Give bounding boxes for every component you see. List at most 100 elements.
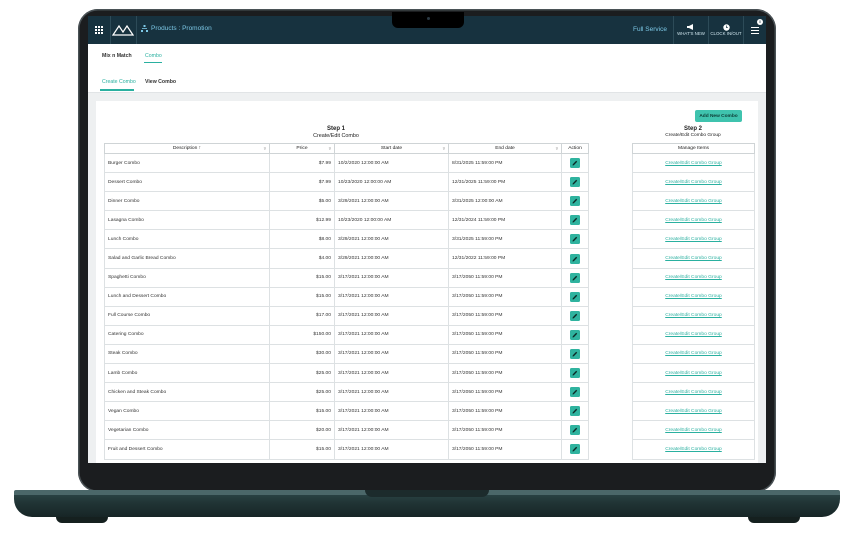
clock-in-out-button[interactable]: CLOCK IN/OUT — [709, 16, 744, 44]
edit-button[interactable] — [570, 368, 580, 379]
table-row[interactable]: Burger Combo $7.99 10/2/2020 12:00:00 AM 8/… — [104, 152, 589, 174]
manage-cell: Create/Edit Combo Group — [632, 343, 755, 365]
create-edit-combo-group-link[interactable]: Create/Edit Combo Group — [665, 390, 722, 395]
add-new-combo-button[interactable]: Add New Combo — [695, 110, 742, 122]
edit-button[interactable] — [570, 234, 580, 245]
pencil-icon — [572, 294, 578, 300]
edit-button[interactable] — [570, 444, 580, 455]
cell-action — [561, 420, 589, 441]
whats-new-button[interactable]: WHAT'S NEW — [674, 16, 709, 44]
edit-button[interactable] — [570, 406, 580, 417]
edit-button[interactable] — [570, 158, 580, 169]
pencil-icon — [572, 160, 578, 166]
filter-icon[interactable]: ▿ — [443, 146, 445, 152]
cell-price: $30.00 — [269, 343, 335, 365]
cell-price: $17.00 — [269, 305, 335, 326]
manage-cell: Create/Edit Combo Group — [632, 305, 755, 326]
filter-icon[interactable]: ▿ — [329, 146, 331, 152]
table-row[interactable]: Vegetarian Combo $20.00 3/17/2021 12:00:00… — [104, 420, 589, 441]
create-edit-combo-group-link[interactable]: Create/Edit Combo Group — [665, 161, 722, 166]
cell-action — [561, 343, 589, 365]
create-edit-combo-group-link[interactable]: Create/Edit Combo Group — [665, 447, 722, 452]
cell-end-date: 3/17/2050 11:59:00 PM — [448, 420, 562, 441]
create-edit-combo-group-link[interactable]: Create/Edit Combo Group — [665, 351, 722, 356]
cell-start-date: 3/17/2021 12:00:00 AM — [334, 267, 449, 288]
edit-button[interactable] — [570, 387, 580, 398]
brand-logo — [112, 24, 134, 36]
edit-button[interactable] — [570, 329, 580, 340]
step-2-heading: Step 2 Create/Edit Combo Group — [632, 126, 754, 139]
cell-action — [561, 229, 589, 250]
table-row[interactable]: Lamb Combo $25.00 3/17/2021 12:00:00 AM 3/1… — [104, 363, 589, 384]
filter-icon[interactable]: ▿ — [556, 146, 558, 152]
cell-start-date: 3/17/2021 12:00:00 AM — [334, 401, 449, 422]
table-row[interactable]: Catering Combo $150.00 3/17/2021 12:00:00 … — [104, 324, 589, 345]
filter-icon[interactable]: ▿ — [264, 146, 266, 152]
edit-button[interactable] — [570, 196, 580, 207]
apps-grid-button[interactable] — [88, 16, 111, 44]
create-edit-combo-group-link[interactable]: Create/Edit Combo Group — [665, 275, 722, 280]
table-row[interactable]: Vegan Combo $15.00 3/17/2021 12:00:00 AM 3/… — [104, 401, 589, 422]
menu-button[interactable]: 0 — [744, 16, 766, 44]
column-price[interactable]: Price ▿ — [269, 143, 335, 154]
table-row: Create/Edit Combo Group — [632, 305, 755, 326]
breadcrumb-text[interactable]: Products : Promotion — [151, 25, 212, 32]
nav-combo[interactable]: Combo — [145, 53, 162, 59]
create-edit-combo-group-link[interactable]: Create/Edit Combo Group — [665, 237, 722, 242]
nav-mix-n-match[interactable]: Mix n Match — [102, 53, 132, 59]
edit-button[interactable] — [570, 215, 580, 226]
column-action: Action — [561, 143, 589, 154]
table-row: Create/Edit Combo Group — [632, 229, 755, 250]
create-edit-combo-group-link[interactable]: Create/Edit Combo Group — [665, 428, 722, 433]
cell-start-date: 10/23/2020 12:00:00 AM — [334, 172, 449, 193]
create-edit-combo-group-link[interactable]: Create/Edit Combo Group — [665, 313, 722, 318]
edit-button[interactable] — [570, 348, 580, 359]
pencil-icon — [572, 275, 578, 281]
create-edit-combo-group-link[interactable]: Create/Edit Combo Group — [665, 180, 722, 185]
table-row[interactable]: Dinner Combo $5.00 3/29/2021 12:00:00 AM 3/… — [104, 191, 589, 212]
manage-cell: Create/Edit Combo Group — [632, 286, 755, 307]
table-row[interactable]: Chicken and Steak Combo $25.00 3/17/2021 1… — [104, 382, 589, 403]
create-edit-combo-group-link[interactable]: Create/Edit Combo Group — [665, 199, 722, 204]
cell-action — [561, 324, 589, 345]
edit-button[interactable] — [570, 425, 580, 436]
edit-button[interactable] — [570, 291, 580, 302]
table-row[interactable]: Lunch Combo $8.00 3/29/2021 12:00:00 AM 3/3… — [104, 229, 589, 250]
create-edit-combo-group-link[interactable]: Create/Edit Combo Group — [665, 409, 722, 414]
table-row[interactable]: Salad and Garlic Bread Combo $4.00 3/29/20… — [104, 248, 589, 269]
table-row: Create/Edit Combo Group — [632, 420, 755, 441]
table-row[interactable]: Lunch and Dessert Combo $15.00 3/17/2021 1… — [104, 286, 589, 307]
cell-price: $25.00 — [269, 363, 335, 384]
table-row[interactable]: Full Course Combo $17.00 3/17/2021 12:00:0… — [104, 305, 589, 326]
cell-price: $8.00 — [269, 229, 335, 250]
table-row[interactable]: Steak Combo $30.00 3/17/2021 12:00:00 AM 3/… — [104, 343, 589, 365]
table-row[interactable]: Fruit and Dessert Combo $15.00 3/17/2021 1… — [104, 439, 589, 460]
edit-button[interactable] — [570, 177, 580, 188]
column-start-label: Start date — [380, 146, 403, 151]
edit-button[interactable] — [570, 310, 580, 321]
column-start-date[interactable]: Start date ▿ — [334, 143, 449, 154]
tab-view-combo[interactable]: View Combo — [145, 79, 176, 85]
service-mode[interactable]: Full Service — [627, 16, 674, 44]
column-end-date[interactable]: End date ▿ — [448, 143, 562, 154]
cell-action — [561, 210, 589, 231]
create-edit-combo-group-link[interactable]: Create/Edit Combo Group — [665, 371, 722, 376]
table-row[interactable]: Dessert Combo $7.99 10/23/2020 12:00:00 AM… — [104, 172, 589, 193]
edit-button[interactable] — [570, 272, 580, 283]
cell-description: Salad and Garlic Bread Combo — [104, 248, 270, 269]
table-row[interactable]: Spaghetti Combo $15.00 3/17/2021 12:00:00 … — [104, 267, 589, 288]
laptop-screen: Products : Promotion Full Service WHAT'S… — [88, 16, 766, 463]
cell-start-date: 3/17/2021 12:00:00 AM — [334, 420, 449, 441]
table-row[interactable]: Lasagna Combo $12.99 10/23/2020 12:00:00 A… — [104, 210, 589, 231]
create-edit-combo-group-link[interactable]: Create/Edit Combo Group — [665, 294, 722, 299]
column-description[interactable]: Description ↑ ▿ — [104, 143, 270, 154]
edit-button[interactable] — [570, 253, 580, 264]
create-edit-combo-group-link[interactable]: Create/Edit Combo Group — [665, 332, 722, 337]
cell-start-date: 3/17/2021 12:00:00 AM — [334, 305, 449, 326]
table-row: Create/Edit Combo Group — [632, 210, 755, 231]
create-edit-combo-group-link[interactable]: Create/Edit Combo Group — [665, 256, 722, 261]
create-edit-combo-group-link[interactable]: Create/Edit Combo Group — [665, 218, 722, 223]
pencil-icon — [572, 256, 578, 262]
tab-create-combo[interactable]: Create Combo — [102, 79, 136, 85]
pencil-icon — [572, 428, 578, 433]
